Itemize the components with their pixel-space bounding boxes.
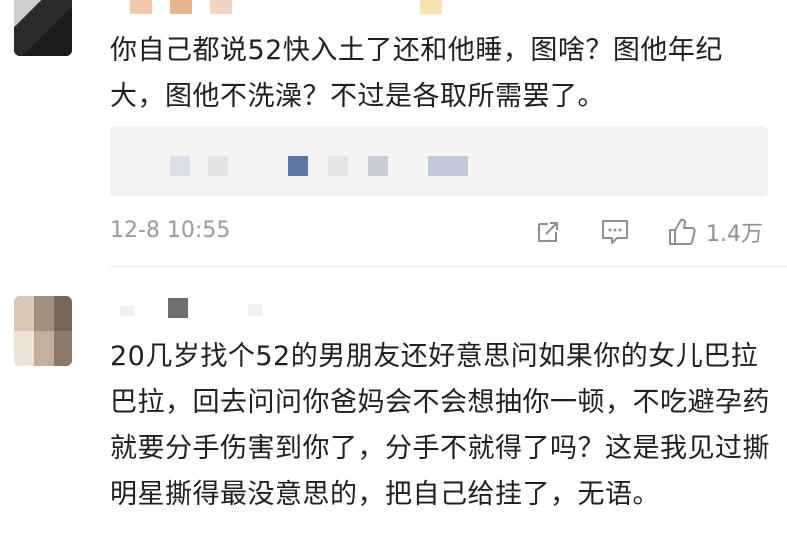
avatar-mosaic (14, 0, 72, 56)
reply-preview[interactable] (110, 126, 768, 196)
share-button[interactable] (534, 214, 562, 250)
comment-icon (600, 218, 630, 246)
commenter-avatar-2[interactable] (14, 296, 72, 366)
blurred-reply-block (328, 156, 348, 176)
blurred-reply-block (288, 156, 308, 176)
comment-text-1: 你自己都说52快入土了还和他睡，图啥？图他年纪大，图他不洗澡？不过是各取所需罢了… (110, 35, 723, 112)
blurred-username-2[interactable] (110, 298, 280, 318)
comment-button[interactable] (600, 214, 630, 250)
blurred-reply-block (170, 156, 190, 176)
like-button[interactable]: 1.4万 (666, 214, 763, 250)
commenter-avatar-1[interactable] (14, 0, 72, 56)
blurred-reply-block (428, 156, 468, 176)
comment-text-2: 20几岁找个52的男朋友还好意思问如果你的女儿巴拉巴拉，回去问问你爸妈会不会想抽… (110, 341, 770, 510)
like-count: 1.4万 (706, 222, 763, 247)
share-icon (534, 218, 562, 246)
thumbs-up-icon (666, 216, 698, 248)
comment-meta-1: 12-8 10:55 1.4万 (110, 214, 770, 250)
comment-divider (110, 266, 787, 267)
avatar-mosaic (14, 331, 72, 366)
timestamp: 12-8 10:55 (110, 218, 231, 243)
blurred-username-1[interactable] (130, 0, 442, 14)
blurred-reply-block (208, 156, 228, 176)
blurred-reply-block (368, 156, 388, 176)
